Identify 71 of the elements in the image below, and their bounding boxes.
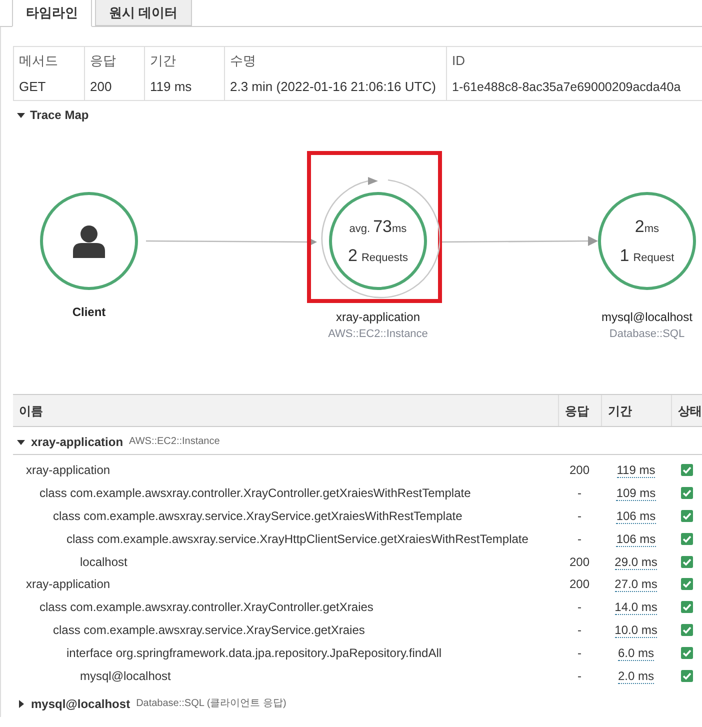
response-code: - <box>578 532 582 546</box>
service-node[interactable]: 2ms 1 Request <box>598 192 696 290</box>
duration-link[interactable]: 106 ms <box>616 532 656 547</box>
summary-value: 2.3 min (2022-01-16 21:06:16 UTC) <box>230 78 436 96</box>
response-code: - <box>578 622 582 637</box>
column-header: 응답 <box>565 402 589 420</box>
duration-link[interactable]: 109 ms <box>616 486 656 502</box>
user-icon <box>73 224 105 258</box>
duration-link[interactable]: 29.0 ms <box>614 554 658 570</box>
group-name[interactable]: xray-application <box>31 432 124 450</box>
duration-link[interactable]: 6.0 ms <box>618 646 654 661</box>
duration-link[interactable]: 14.0 ms <box>614 600 658 616</box>
response-code: 200 <box>569 554 590 569</box>
response-code: - <box>578 600 582 614</box>
duration-link[interactable]: 2.0 ms <box>618 668 654 684</box>
column-header: 기간 <box>150 52 176 70</box>
column-header: 응답 <box>90 52 116 70</box>
duration-link[interactable]: 119 ms <box>616 463 656 478</box>
group-type: AWS::EC2::Instance <box>129 435 220 449</box>
group-name[interactable]: mysql@localhost <box>31 694 130 713</box>
duration-link[interactable]: 27.0 ms <box>614 577 658 592</box>
response-code: - <box>578 508 582 523</box>
caret-down-icon[interactable] <box>17 111 25 119</box>
trace-name: xray-application <box>26 463 110 478</box>
caret-right-icon[interactable] <box>17 700 25 708</box>
duration-link[interactable]: 10.0 ms <box>614 622 658 638</box>
column-header: 기간 <box>608 402 632 420</box>
column-header: 이름 <box>19 402 43 420</box>
summary-value: 119 ms <box>150 78 192 96</box>
latency-unit: ms <box>644 222 660 237</box>
column-header: 메서드 <box>19 52 58 70</box>
trace-name: class com.example.awsxray.controller.XrayController.getXraiesWithRestTemplate <box>40 486 471 500</box>
request-count: 1 <box>620 244 630 266</box>
trace-name: class com.example.awsxray.service.XrayService.getXraies <box>53 622 365 637</box>
response-code: - <box>578 668 582 683</box>
avg-label: avg. <box>349 222 370 237</box>
section-toggle[interactable]: Trace Map <box>30 106 89 124</box>
node-type: AWS::EC2::Instance <box>328 327 428 342</box>
request-label: Requests <box>361 250 408 266</box>
response-code: - <box>578 486 582 500</box>
summary-value: 1-61e488c8-8ac35a7e69000209acda40a <box>452 78 681 96</box>
node-name: Client <box>72 304 106 321</box>
trace-name: localhost <box>80 554 128 569</box>
node-type: Database::SQL <box>609 327 685 342</box>
duration-link[interactable]: 106 ms <box>616 508 656 524</box>
trace-name: interface org.springframework.data.jpa.repository.JpaRepository.findAll <box>66 646 442 660</box>
trace-name: mysql@localhost <box>80 668 171 683</box>
latency-value: 73 <box>373 216 392 238</box>
trace-name: class com.example.awsxray.service.XrayHttpClientService.getXraiesWithRestTemplate <box>66 532 528 546</box>
latency-value: 2 <box>634 216 644 238</box>
response-code: 200 <box>569 463 590 478</box>
summary-value: 200 <box>90 78 112 96</box>
column-header: 수명 <box>230 52 256 70</box>
service-node[interactable]: avg. 73ms 2 Requests <box>329 192 427 290</box>
request-count: 2 <box>348 244 358 266</box>
column-header: ID <box>452 52 465 70</box>
latency-unit: ms <box>392 222 407 237</box>
tab[interactable]: 타임라인 <box>12 0 92 27</box>
tab[interactable]: 원시 데이터 <box>95 0 192 26</box>
trace-name: xray-application <box>26 577 110 592</box>
request-label: Request <box>633 250 674 266</box>
column-header: 상태 <box>678 402 702 420</box>
caret-down-icon[interactable] <box>17 438 25 446</box>
trace-name: class com.example.awsxray.controller.XrayController.getXraies <box>40 600 374 614</box>
response-code: 200 <box>569 577 590 592</box>
trace-name: class com.example.awsxray.service.XrayService.getXraiesWithRestTemplate <box>53 508 462 523</box>
response-code: - <box>578 646 582 660</box>
summary-value: GET <box>19 78 46 96</box>
node-name: mysql@localhost <box>602 309 692 326</box>
node-name: xray-application <box>336 309 420 326</box>
group-type: Database::SQL (클라이언트 응답) <box>136 697 286 712</box>
